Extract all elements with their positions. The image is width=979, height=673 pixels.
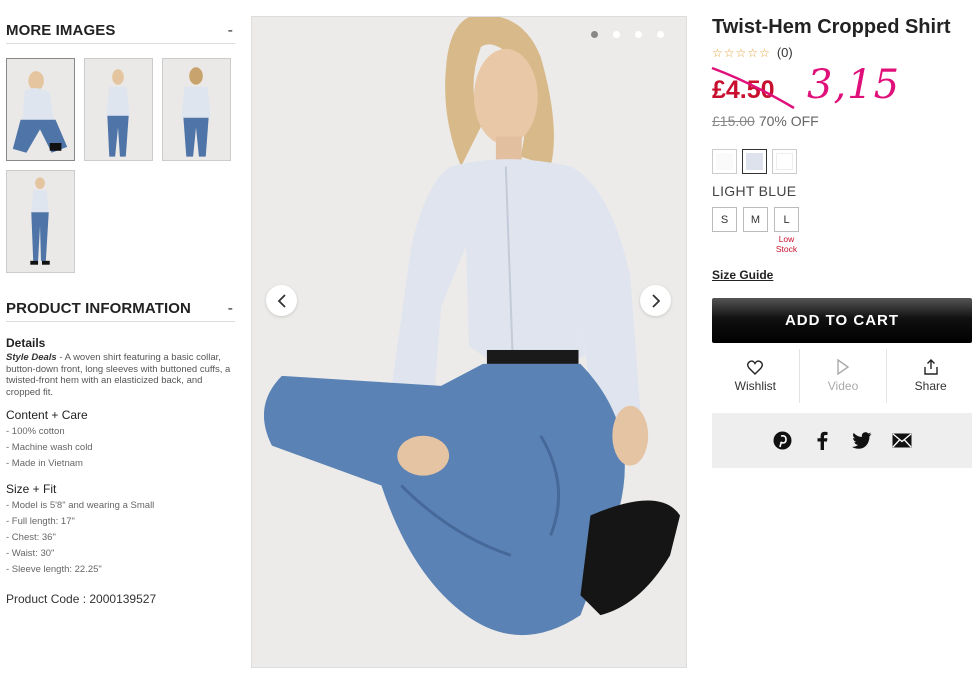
- original-price: £15.00: [712, 113, 755, 129]
- model-photo: [252, 17, 686, 667]
- share-label: Share: [914, 379, 947, 393]
- thumbnail-3[interactable]: [162, 58, 231, 161]
- prev-image-button[interactable]: [266, 285, 297, 316]
- thumbnail-4[interactable]: [6, 170, 75, 273]
- list-item: - Full length: 17": [6, 516, 75, 527]
- left-column: MORE IMAGES - PRODUCT INFORMATION - Deta…: [6, 18, 235, 606]
- collapse-toggle[interactable]: -: [228, 22, 235, 40]
- strike-through-annotation: [711, 66, 795, 110]
- size-fit-list: - Model is 5'8" and wearing a Small - Fu…: [6, 498, 235, 578]
- carousel-dot[interactable]: [613, 31, 620, 38]
- swatch-light-blue[interactable]: [742, 149, 767, 174]
- chevron-left-icon: [277, 293, 286, 308]
- heart-icon: [747, 359, 764, 375]
- play-icon: [837, 359, 850, 375]
- list-item: - Sleeve length: 22.25": [6, 564, 102, 575]
- video-button[interactable]: Video: [800, 349, 888, 403]
- size-guide-link[interactable]: Size Guide: [712, 268, 773, 282]
- swatch-white[interactable]: [712, 149, 737, 174]
- star-icon: ☆: [759, 45, 770, 60]
- wishlist-label: Wishlist: [734, 378, 776, 393]
- discount-label: 70% OFF: [758, 113, 819, 129]
- selected-color-name: LIGHT BLUE: [712, 183, 797, 199]
- share-icon: [923, 359, 938, 375]
- handwritten-price: 3,15: [807, 62, 901, 108]
- size-option-m[interactable]: M: [743, 207, 768, 232]
- details-description: Style Deals - A woven shirt featuring a …: [6, 352, 235, 398]
- list-item: - Made in Vietnam: [6, 458, 83, 469]
- star-icon: ☆: [712, 45, 723, 60]
- list-item: - Waist: 30": [6, 548, 55, 559]
- thumbnail-1[interactable]: [6, 58, 75, 161]
- carousel-dot[interactable]: [635, 31, 642, 38]
- low-stock-label: Low Stock: [775, 234, 798, 254]
- thumbnail-2[interactable]: [84, 58, 153, 161]
- list-item: - 100% cotton: [6, 426, 65, 437]
- list-item: - Chest: 36": [6, 532, 56, 543]
- facebook-icon[interactable]: [812, 431, 832, 451]
- content-care-list: - 100% cotton - Machine wash cold - Made…: [6, 424, 235, 472]
- main-product-image[interactable]: [251, 16, 687, 668]
- rating[interactable]: ☆ ☆ ☆ ☆ ☆ (0): [712, 45, 974, 60]
- collapse-toggle[interactable]: -: [228, 300, 235, 318]
- list-item: - Model is 5'8" and wearing a Small: [6, 500, 155, 511]
- size-selector: S M L Low Stock: [712, 207, 974, 254]
- price-row: £4.50 3,15: [711, 62, 974, 114]
- wishlist-button[interactable]: Wishlist: [712, 349, 800, 403]
- list-item: - Machine wash cold: [6, 442, 93, 453]
- size-option-s[interactable]: S: [712, 207, 737, 232]
- content-care-title: Content + Care: [6, 408, 88, 422]
- swatch-ivory[interactable]: [772, 149, 797, 174]
- details-lead: Style Deals: [6, 352, 57, 363]
- product-title: Twist-Hem Cropped Shirt: [712, 16, 951, 38]
- social-share-bar: [712, 413, 972, 468]
- carousel-dots: [591, 31, 664, 38]
- product-code: Product Code : 2000139527: [6, 592, 157, 606]
- next-image-button[interactable]: [640, 285, 671, 316]
- product-info-title: PRODUCT INFORMATION: [6, 300, 191, 317]
- details-title: Details: [6, 336, 46, 350]
- color-swatches: [712, 149, 974, 174]
- product-information: PRODUCT INFORMATION - Details Style Deal…: [6, 296, 235, 606]
- original-price-row: £15.00 70% OFF: [712, 113, 974, 129]
- star-icon: ☆: [723, 45, 735, 60]
- action-bar: Wishlist Video Share: [712, 349, 974, 403]
- video-label: Video: [827, 379, 859, 393]
- add-to-cart-button[interactable]: ADD TO CART: [712, 298, 972, 343]
- carousel-dot[interactable]: [591, 31, 598, 38]
- rating-count[interactable]: (0): [777, 45, 793, 60]
- star-icon: ☆: [735, 45, 747, 60]
- more-images-title: MORE IMAGES: [6, 22, 116, 39]
- star-icon: ☆: [747, 45, 759, 60]
- more-images-header[interactable]: MORE IMAGES -: [6, 18, 235, 44]
- size-option-l[interactable]: L: [774, 207, 799, 232]
- size-fit-title: Size + Fit: [6, 482, 57, 496]
- product-info-header[interactable]: PRODUCT INFORMATION -: [6, 296, 235, 322]
- product-panel: Twist-Hem Cropped Shirt ☆ ☆ ☆ ☆ ☆ (0) £4…: [711, 16, 974, 468]
- carousel-dot[interactable]: [657, 31, 664, 38]
- pinterest-icon[interactable]: [772, 431, 792, 451]
- share-button[interactable]: Share: [887, 349, 974, 403]
- email-icon[interactable]: [892, 431, 912, 451]
- twitter-icon[interactable]: [852, 431, 872, 451]
- chevron-right-icon: [651, 293, 660, 308]
